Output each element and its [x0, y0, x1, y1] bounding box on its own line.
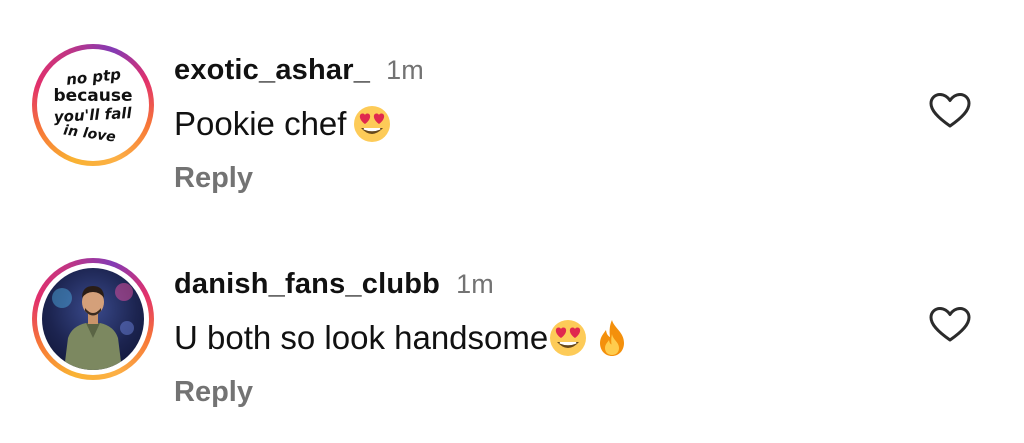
heart-eyes-emoji [354, 106, 391, 142]
comment-text: Pookie chef [174, 105, 347, 142]
comment-username-row: exotic_ashar_ 1m [174, 54, 424, 87]
comment-item: no ptp because you'll fall in love exoti… [0, 30, 1024, 230]
avatar[interactable] [32, 258, 154, 380]
comment-item: danish_fans_clubb 1m U both so look hands… [0, 244, 1024, 443]
avatar-text-graphic: no ptp because you'll fall in love [53, 65, 133, 145]
reply-button[interactable]: Reply [174, 162, 253, 195]
avatar-photo-graphic [52, 283, 134, 370]
avatar-line-4: in love [62, 122, 116, 145]
avatar-ring-gap: no ptp because you'll fall in love [37, 49, 149, 161]
comment-text-row: U both so look handsome [174, 318, 632, 358]
avatar-line-2: because [54, 86, 133, 106]
heart-outline-icon[interactable] [929, 306, 971, 344]
comment-timestamp: 1m [456, 269, 494, 299]
reply-button[interactable]: Reply [174, 376, 253, 409]
avatar[interactable]: no ptp because you'll fall in love [32, 44, 154, 166]
fire-emoji [600, 320, 625, 356]
comment-username[interactable]: danish_fans_clubb [174, 268, 440, 300]
comment-username[interactable]: exotic_ashar_ [174, 54, 370, 86]
comments-list: no ptp because you'll fall in love exoti… [0, 0, 1024, 443]
comment-text-row: Pookie chef [174, 104, 392, 144]
comment-username-row: danish_fans_clubb 1m [174, 268, 494, 301]
heart-outline-icon[interactable] [929, 92, 971, 130]
heart-eyes-emoji [550, 320, 587, 356]
avatar-ring-gap [37, 263, 149, 375]
avatar-image [42, 268, 144, 370]
comment-timestamp: 1m [386, 55, 424, 85]
comment-text: U both so look handsome [174, 319, 549, 356]
avatar-image: no ptp because you'll fall in love [42, 54, 144, 156]
